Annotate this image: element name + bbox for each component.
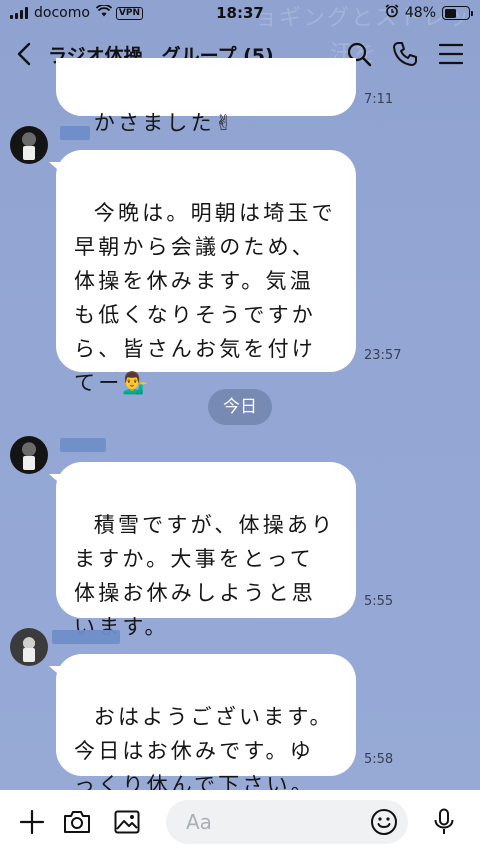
mic-icon[interactable] bbox=[420, 798, 468, 846]
message-text: かさました✌ bbox=[93, 111, 236, 135]
message-time: 5:55 bbox=[364, 594, 394, 609]
wifi-icon bbox=[95, 4, 113, 21]
message-input-bar bbox=[0, 790, 480, 854]
message-time: 23:57 bbox=[364, 348, 402, 363]
message-time: 5:58 bbox=[364, 752, 394, 767]
date-separator: 今日 bbox=[208, 389, 272, 425]
message-time: 7:11 bbox=[364, 92, 394, 107]
message-input-field[interactable] bbox=[166, 800, 408, 844]
avatar[interactable] bbox=[10, 126, 48, 164]
plus-icon[interactable] bbox=[12, 798, 52, 846]
camera-icon[interactable] bbox=[52, 798, 102, 846]
message-text: おはようございます。 今日はお休みです。ゆ っくり休んで下さい。 bbox=[74, 705, 334, 797]
back-icon[interactable] bbox=[0, 30, 48, 78]
battery-percent: 48% bbox=[404, 5, 436, 21]
message-bubble[interactable]: 今晩は。明朝は埼玉で 早朝から会議のため、 体操を休みます。気温 も低くなりそう… bbox=[56, 150, 356, 395]
avatar[interactable] bbox=[10, 628, 48, 666]
alarm-icon bbox=[385, 4, 399, 22]
vpn-badge: VPN bbox=[115, 6, 144, 20]
sender-name-redacted bbox=[60, 126, 90, 140]
signal-icon bbox=[10, 7, 28, 19]
sender-name-redacted bbox=[60, 438, 106, 452]
menu-icon[interactable] bbox=[428, 30, 474, 78]
message-text: 今晩は。明朝は埼玉で 早朝から会議のため、 体操を休みます。気温 も低くなりそう… bbox=[74, 201, 336, 395]
image-icon[interactable] bbox=[102, 798, 152, 846]
carrier-name: docomo bbox=[34, 5, 90, 21]
phone-icon[interactable] bbox=[382, 30, 428, 78]
battery-icon bbox=[442, 6, 473, 20]
message-input[interactable] bbox=[186, 810, 336, 834]
message-bubble[interactable]: かさました✌ bbox=[56, 58, 356, 135]
message-bubble[interactable]: 積雪ですが、体操あり ますか。大事をとって 体操お休みしようと思 います。 bbox=[56, 462, 356, 639]
message-bubble[interactable]: おはようございます。 今日はお休みです。ゆ っくり休んで下さい。 bbox=[56, 654, 356, 797]
status-bar: docomo VPN 18:37 48% bbox=[0, 0, 480, 26]
emoji-icon[interactable] bbox=[370, 808, 398, 836]
sender-name-redacted bbox=[52, 630, 120, 644]
avatar[interactable] bbox=[10, 436, 48, 474]
